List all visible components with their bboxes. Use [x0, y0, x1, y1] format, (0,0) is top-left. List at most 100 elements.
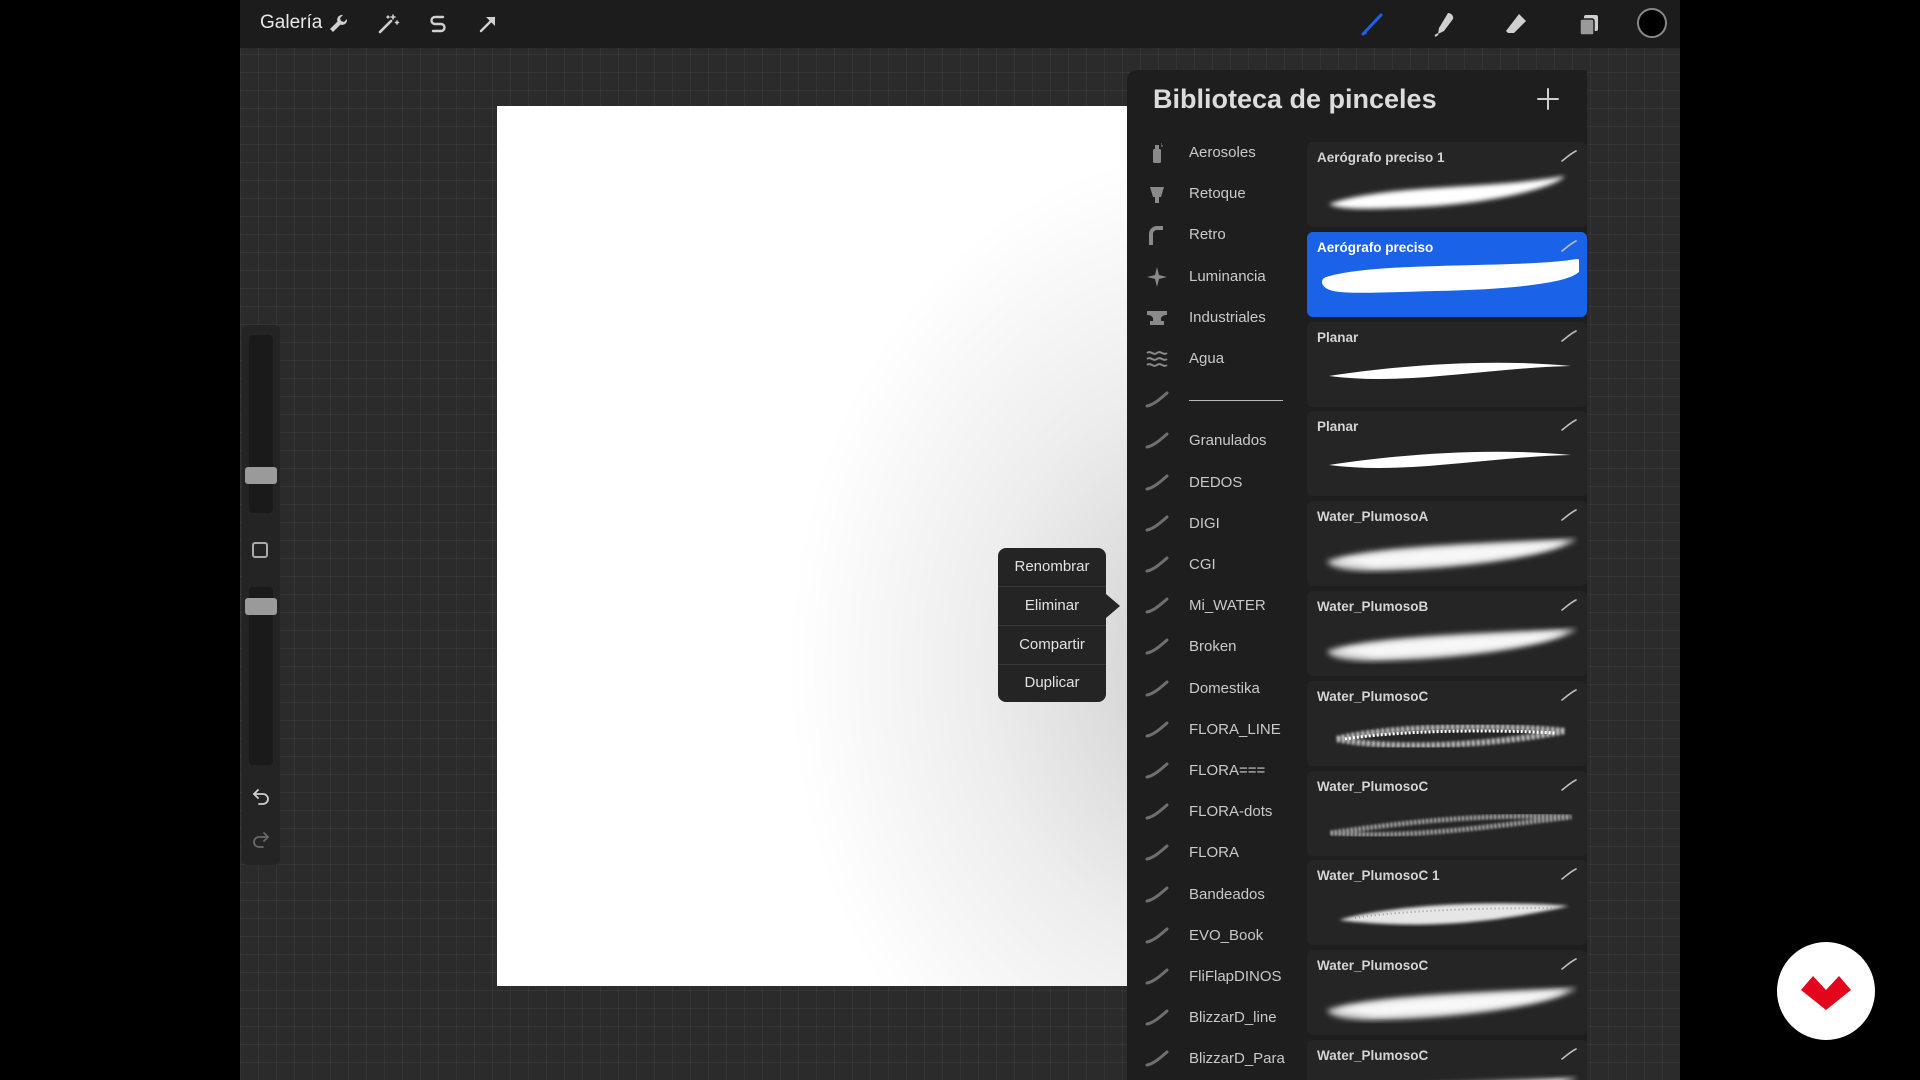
brush-set-label: Broken	[1189, 638, 1237, 656]
pressure-feather-icon	[1561, 1047, 1577, 1060]
brush-set-retoque[interactable]: Retoque	[1127, 175, 1307, 213]
undo-icon[interactable]	[250, 785, 272, 807]
brush-set-label: Agua	[1189, 350, 1225, 367]
brush-set-flora-line[interactable]: FLORA_LINE	[1127, 711, 1307, 749]
brush-card[interactable]: Water_PlumosoB	[1307, 591, 1587, 676]
brush-library-panel: Biblioteca de pinceles Aerosoles Retoque R…	[1127, 70, 1587, 1080]
delete-menu-item[interactable]: Eliminar	[998, 587, 1106, 625]
eraser-icon[interactable]	[1502, 10, 1530, 38]
pressure-feather-icon	[1561, 149, 1577, 162]
brush-name: Water_PlumosoC 1	[1317, 868, 1440, 884]
color-picker-swatch[interactable]	[1637, 8, 1667, 38]
brush-set-label: BlizzarD_line	[1189, 1009, 1277, 1027]
brush-name: Water_PlumosoC	[1317, 958, 1429, 974]
brush-stroke-icon	[1145, 801, 1169, 823]
brush-stroke-preview	[1315, 615, 1579, 673]
brush-set-bandeados[interactable]: Bandeados	[1127, 876, 1307, 914]
context-menu: Renombrar Eliminar Compartir Duplicar	[998, 548, 1106, 702]
brush-card[interactable]: Water_PlumosoC	[1307, 770, 1587, 856]
layers-icon[interactable]	[1575, 10, 1603, 38]
drawing-canvas[interactable]	[497, 106, 1127, 986]
pressure-feather-icon	[1561, 239, 1577, 252]
brush-library-title: Biblioteca de pinceles	[1153, 84, 1437, 114]
brush-set-label: Retro	[1189, 226, 1226, 244]
brush-size-slider[interactable]	[249, 335, 273, 513]
brush-set-fliflapdinos[interactable]: FliFlapDINOS	[1127, 958, 1307, 996]
brush-set-broken[interactable]: Broken	[1127, 628, 1307, 666]
brush-set-label: EVO_Book	[1189, 926, 1264, 944]
context-menu-arrow	[1106, 594, 1120, 618]
rename-menu-item[interactable]: Renombrar	[998, 548, 1106, 586]
brush-set-label: Granulados	[1189, 432, 1267, 450]
brush-set-digi[interactable]: DIGI	[1127, 505, 1307, 543]
brush-set-agua[interactable]: Agua	[1127, 340, 1307, 378]
procreate-app: Galería Renombrar Eliminar Compartir Dup…	[240, 0, 1680, 1080]
pressure-feather-icon	[1561, 598, 1577, 611]
brush-set-evo-book[interactable]: EVO_Book	[1127, 917, 1307, 955]
brush-card[interactable]: Water_PlumosoA	[1307, 501, 1587, 587]
wrench-icon[interactable]	[324, 10, 352, 38]
brush-name: Water_PlumosoA	[1317, 509, 1429, 525]
brush-set-cgi[interactable]: CGI	[1127, 546, 1307, 584]
brush-set-blizzard-para[interactable]: BlizzarD_Para	[1127, 1040, 1307, 1078]
brush-stroke-preview	[1315, 795, 1579, 853]
brush-set-label: Aerosoles	[1189, 144, 1256, 161]
brush-name: Planar	[1317, 329, 1359, 345]
brush-set-domestika[interactable]: Domestika	[1127, 670, 1307, 708]
brush-stroke-preview	[1315, 974, 1579, 1032]
brush-stroke-icon	[1145, 966, 1169, 988]
brush-card[interactable]: Water_PlumosoC	[1307, 680, 1587, 766]
smudge-icon[interactable]	[1430, 10, 1458, 38]
brush-set-aerosoles[interactable]: Aerosoles	[1127, 134, 1307, 172]
brush-card[interactable]: Water_PlumosoC	[1307, 1040, 1587, 1080]
pressure-feather-icon	[1561, 508, 1577, 521]
opacity-thumb[interactable]	[245, 598, 277, 615]
brush-stroke-icon	[1145, 678, 1169, 700]
brush-set-flora-[interactable]: FLORA===	[1127, 752, 1307, 790]
redo-icon[interactable]	[250, 828, 272, 850]
brush-stroke-icon	[1145, 1007, 1169, 1029]
plus-icon[interactable]	[1535, 86, 1561, 112]
brush-icon[interactable]	[1358, 10, 1386, 38]
brush-set-retro[interactable]: Retro	[1127, 216, 1307, 254]
brush-stroke-preview	[1315, 346, 1579, 404]
left-sidebar	[242, 325, 280, 865]
brush-set-luminancia[interactable]: Luminancia	[1127, 258, 1307, 296]
canvas-shadow	[497, 106, 1127, 986]
share-menu-item[interactable]: Compartir	[998, 626, 1106, 664]
brush-stroke-icon	[1145, 925, 1169, 947]
brush-set-flora[interactable]: FLORA	[1127, 834, 1307, 872]
brush-set-label: Luminancia	[1189, 267, 1266, 285]
brush-set-flora-dots[interactable]: FLORA-dots	[1127, 793, 1307, 831]
magic-wand-icon[interactable]	[374, 10, 402, 38]
brush-card[interactable]: Water_PlumosoC 1	[1307, 860, 1587, 946]
brush-set-dedos[interactable]: DEDOS	[1127, 464, 1307, 502]
modify-button[interactable]	[252, 542, 268, 558]
brush-stroke-preview	[1315, 1064, 1579, 1080]
brush-card[interactable]: Water_PlumosoC	[1307, 950, 1587, 1036]
brush-set-separator[interactable]	[1127, 381, 1307, 419]
duplicate-menu-item[interactable]: Duplicar	[998, 664, 1106, 702]
selection-s-icon[interactable]	[424, 10, 452, 38]
brush-stroke-icon	[1145, 430, 1169, 452]
sparkle-icon	[1145, 266, 1169, 288]
brush-set-label: BlizzarD_Para	[1189, 1050, 1285, 1068]
brush-set-divider	[1189, 400, 1283, 402]
brush-size-thumb[interactable]	[245, 467, 277, 484]
gallery-button[interactable]: Galería	[260, 12, 322, 34]
brush-set-label: FLORA_LINE	[1189, 720, 1281, 738]
brush-card[interactable]: Planar	[1307, 411, 1587, 497]
brush-card[interactable]: Aerógrafo preciso	[1307, 231, 1587, 317]
brush-set-granulados[interactable]: Granulados	[1127, 422, 1307, 460]
brush-card[interactable]: Aerógrafo preciso 1	[1307, 142, 1587, 227]
brush-stroke-icon	[1145, 760, 1169, 782]
brush-set-industriales[interactable]: Industriales	[1127, 299, 1307, 337]
brush-set-mi-water[interactable]: Mi_WATER	[1127, 587, 1307, 625]
transform-arrow-icon[interactable]	[474, 10, 502, 38]
brush-set-blizzard-line[interactable]: BlizzarD_line	[1127, 999, 1307, 1037]
brush-name: Aerógrafo preciso	[1317, 239, 1434, 255]
domestika-logo	[1777, 942, 1875, 1040]
pressure-feather-icon	[1561, 329, 1577, 342]
brush-card[interactable]: Planar	[1307, 321, 1587, 407]
brush-set-label: Retoque	[1189, 185, 1246, 203]
